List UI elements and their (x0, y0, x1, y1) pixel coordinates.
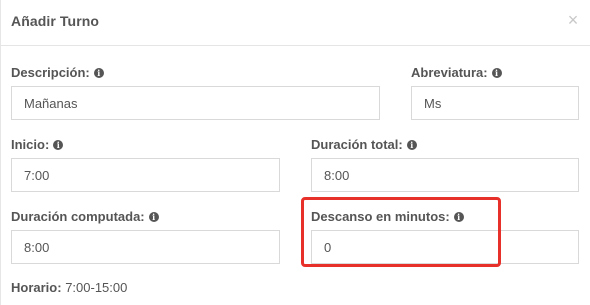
duracion-total-input[interactable] (311, 158, 579, 192)
duracion-computada-label: Duración computada: i (11, 209, 159, 224)
duracion-computada-input[interactable] (11, 230, 280, 264)
horario-label: Horario: (11, 280, 62, 295)
inicio-label-text: Inicio: (11, 137, 50, 152)
descripcion-label-text: Descripción: (11, 65, 90, 80)
info-icon: i (453, 211, 464, 222)
info-icon: i (93, 67, 104, 78)
info-icon: i (491, 67, 502, 78)
info-icon: i (53, 139, 64, 150)
abreviatura-label: Abreviatura: i (411, 65, 502, 80)
info-icon: i (148, 211, 159, 222)
close-icon[interactable]: × (565, 10, 581, 30)
modal-title: Añadir Turno (11, 13, 100, 29)
inicio-label: Inicio: i (11, 137, 64, 152)
descanso-input[interactable] (311, 230, 579, 264)
descripcion-label: Descripción: i (11, 65, 104, 80)
descanso-label: Descanso en minutos: i (311, 209, 464, 224)
descanso-label-text: Descanso en minutos: (311, 209, 450, 224)
inicio-input[interactable] (11, 158, 280, 192)
abreviatura-input[interactable] (411, 86, 579, 120)
descripcion-input[interactable] (11, 86, 380, 120)
duracion-computada-label-text: Duración computada: (11, 209, 145, 224)
horario-summary: Horario: 7:00-15:00 (11, 280, 127, 295)
info-icon: i (406, 139, 417, 150)
duracion-total-label-text: Duración total: (311, 137, 403, 152)
abreviatura-label-text: Abreviatura: (411, 65, 488, 80)
add-shift-modal: Añadir Turno × Descripción: i Abreviatur… (0, 0, 590, 305)
horario-value: 7:00-15:00 (65, 280, 128, 295)
modal-header: Añadir Turno × (1, 0, 590, 46)
duracion-total-label: Duración total: i (311, 137, 417, 152)
